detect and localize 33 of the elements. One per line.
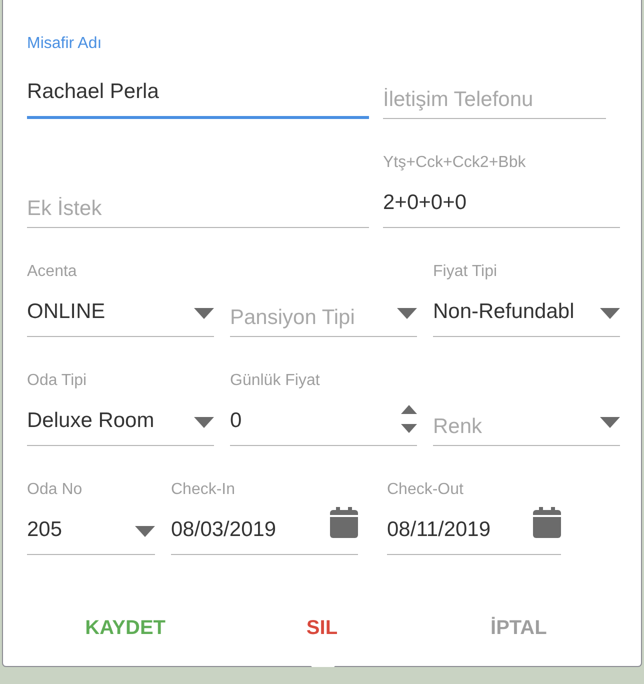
caret-icon bbox=[600, 417, 620, 428]
number-field[interactable]: 0 bbox=[230, 408, 401, 434]
text-field[interactable]: Rachael Perla bbox=[27, 79, 369, 105]
caret-icon bbox=[194, 308, 214, 319]
field-label: Check-Out bbox=[387, 480, 464, 500]
date-field[interactable]: 08/03/2019 bbox=[171, 517, 330, 543]
calendar-icon[interactable] bbox=[330, 507, 358, 538]
decrement-icon[interactable] bbox=[401, 424, 417, 433]
field-label: Fiyat Tipi bbox=[433, 262, 498, 282]
field-label: Check-In bbox=[171, 480, 236, 500]
select-field[interactable]: Non-Refundabl bbox=[433, 299, 600, 325]
select-field[interactable]: Pansiyon Tipi bbox=[230, 305, 397, 331]
date-field[interactable]: 08/11/2019 bbox=[387, 517, 533, 543]
caret-icon bbox=[600, 308, 620, 319]
increment-icon[interactable] bbox=[401, 405, 417, 414]
select-field[interactable]: ONLINE bbox=[27, 299, 194, 325]
text-field[interactable]: 2+0+0+0 bbox=[383, 190, 620, 216]
caret-icon bbox=[194, 417, 214, 428]
caret-icon bbox=[135, 526, 155, 537]
caret-icon bbox=[397, 308, 417, 319]
field-label: Günlük Fiyat bbox=[230, 371, 321, 391]
field-label: Ytş+Cck+Cck2+Bbk bbox=[383, 153, 527, 173]
field-label: Oda Tipi bbox=[27, 371, 88, 391]
select-field[interactable]: Renk bbox=[433, 414, 600, 440]
field-label: Oda No bbox=[27, 480, 84, 500]
text-field[interactable]: Ek İstek bbox=[27, 196, 369, 222]
select-field[interactable]: 205 bbox=[27, 517, 135, 543]
calendar-icon[interactable] bbox=[533, 507, 561, 538]
field-label: Acenta bbox=[27, 262, 78, 282]
dialog-button[interactable]: SIL bbox=[294, 609, 350, 648]
select-field[interactable]: Deluxe Room bbox=[27, 408, 194, 434]
field-label: Misafir Adı bbox=[27, 34, 103, 54]
text-field[interactable]: İletişim Telefonu bbox=[383, 87, 606, 113]
